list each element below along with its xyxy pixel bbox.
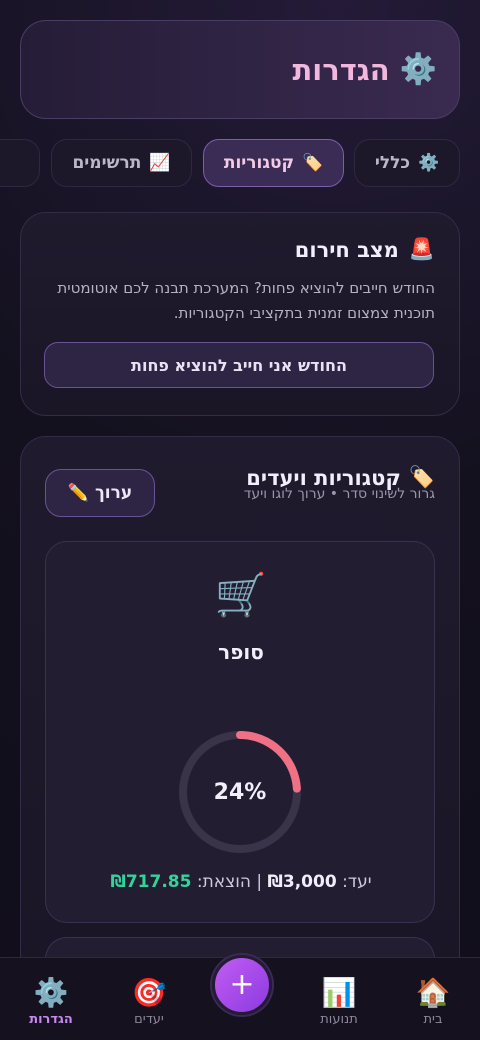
spend-less-button[interactable]: החודש אני חייב להוציא פחות: [44, 342, 434, 388]
target-icon: 🎯: [131, 976, 167, 1009]
category-card-super[interactable]: 🛒 סופר 24% יעד: ₪3,000 | הוצאת: ₪717.85: [45, 541, 435, 923]
bottom-nav: 🏠 בית 📊 תנועות + 🎯 יעדים ⚙️ הגדרות: [0, 955, 480, 1040]
nav-label: יעדים: [134, 1012, 164, 1027]
add-button[interactable]: +: [212, 955, 272, 1015]
categories-card: 🏷️ קטגוריות ויעדים גרור לשינוי סדר • ערו…: [20, 436, 460, 997]
home-icon: 🏠: [415, 976, 451, 1009]
progress-percent: 24%: [213, 779, 267, 805]
edit-button[interactable]: ערוך ✏️: [45, 469, 155, 517]
tab-label: תרשימים: [72, 153, 142, 173]
nav-label: בית: [423, 1012, 443, 1027]
nav-home[interactable]: 🏠 בית: [393, 976, 473, 1027]
nav-transactions[interactable]: 📊 תנועות: [299, 976, 379, 1027]
nav-label: הגדרות: [29, 1012, 73, 1027]
tab-charts[interactable]: 📈 תרשימים: [51, 139, 192, 187]
tab-label: כללי: [374, 153, 411, 173]
goal-label: יעד:: [342, 872, 372, 892]
bar-chart-icon: 📊: [321, 976, 357, 1009]
nav-goals[interactable]: 🎯 יעדים: [109, 976, 189, 1027]
category-name: סופר: [218, 640, 264, 664]
tab-overflow[interactable]: [0, 139, 40, 187]
categories-subtitle: גרור לשינוי סדר • ערוך לוגו ויעד: [243, 486, 435, 502]
emergency-card: 🚨 מצב חירום החודש חייבים להוציא פחות? המ…: [20, 212, 460, 416]
gear-icon: ⚙️: [399, 52, 437, 87]
categories-header: 🏷️ קטגוריות ויעדים גרור לשינוי סדר • ערו…: [244, 465, 435, 502]
nav-settings[interactable]: ⚙️ הגדרות: [11, 976, 91, 1027]
tab-label: קטגוריות: [223, 153, 295, 173]
siren-icon: 🚨: [408, 237, 435, 261]
nav-label: תנועות: [320, 1012, 358, 1027]
shopping-cart-icon: 🛒: [214, 570, 268, 619]
spent-value: ₪717.85: [110, 872, 192, 892]
edit-label: ערוך: [94, 483, 133, 503]
goal-value: ₪3,000: [267, 872, 337, 892]
settings-tabs: ⚙️ כללי 🏷️ קטגוריות 📈 תרשימים: [0, 139, 480, 187]
gear-icon: ⚙️: [33, 976, 69, 1009]
emergency-description: החודש חייבים להוציא פחות? המערכת תבנה לכ…: [57, 279, 435, 322]
spent-label: הוצאת:: [196, 872, 251, 892]
tab-categories[interactable]: 🏷️ קטגוריות: [203, 139, 344, 187]
category-stats: יעד: ₪3,000 | הוצאת: ₪717.85: [46, 872, 436, 892]
page-header: ⚙️ הגדרות: [20, 20, 460, 119]
emergency-title: 🚨 מצב חירום: [45, 237, 435, 262]
emergency-title-text: מצב חירום: [294, 237, 399, 262]
gear-icon: ⚙️: [418, 153, 440, 173]
chart-icon: 📈: [149, 153, 171, 173]
stats-separator: |: [256, 872, 263, 892]
page-title: ⚙️ הגדרות: [292, 52, 437, 87]
page-title-text: הגדרות: [292, 52, 390, 87]
pencil-icon: ✏️: [67, 483, 89, 503]
tag-icon: 🏷️: [302, 153, 324, 173]
tab-general[interactable]: ⚙️ כללי: [354, 139, 460, 187]
